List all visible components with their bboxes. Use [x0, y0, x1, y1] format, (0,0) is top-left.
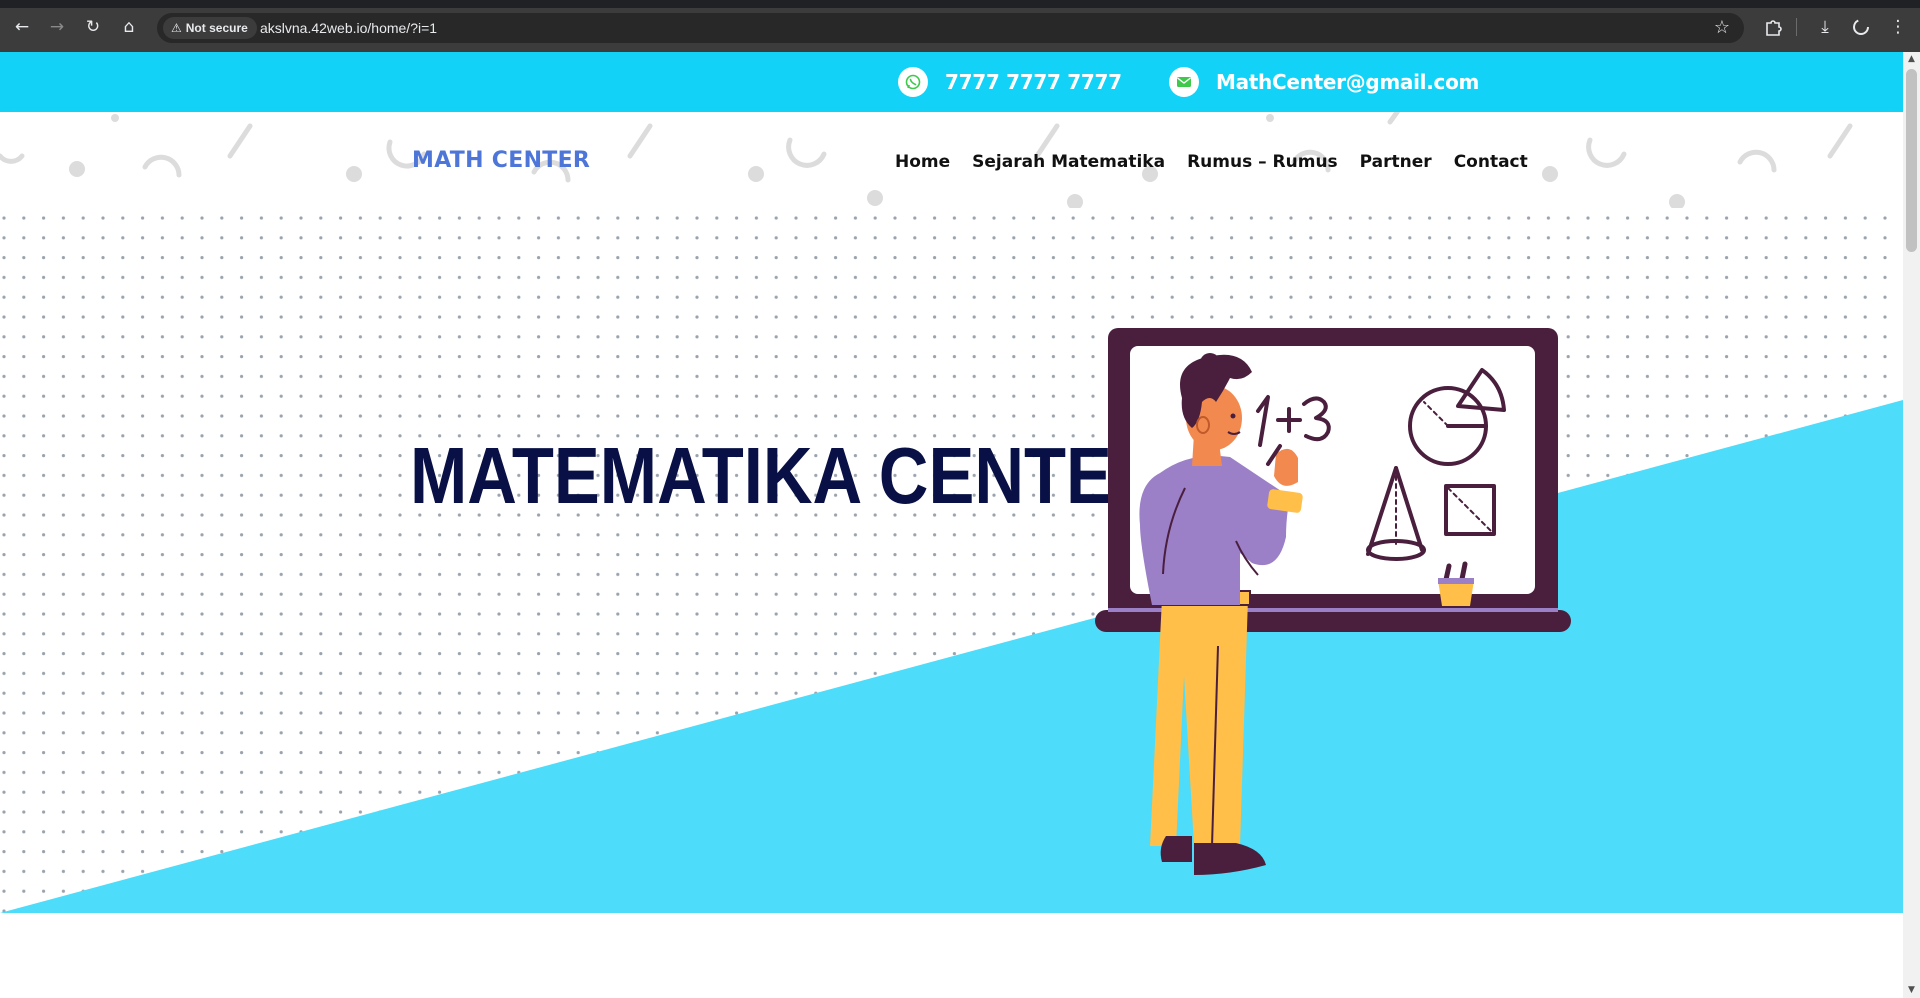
forward-icon[interactable]: →: [46, 16, 68, 38]
hero-title: MATEMATIKA CENTER: [410, 431, 1162, 520]
phone-number: 7777 7777 7777: [945, 70, 1122, 94]
whatsapp-icon: [898, 67, 928, 97]
contact-bar: 7777 7777 7777 MathCenter@gmail.com: [0, 52, 1903, 112]
extensions-icon[interactable]: [1761, 15, 1785, 39]
page-viewport: 7777 7777 7777 MathCenter@gmail.com MATH…: [0, 52, 1903, 998]
browser-toolbar: ← → ↻ ⌂ ⚠ Not secure akslvna.42web.io/hom…: [0, 0, 1920, 52]
email-address: MathCenter@gmail.com: [1216, 70, 1480, 94]
menu-icon[interactable]: ⋮: [1886, 15, 1910, 39]
star-icon[interactable]: ☆: [1714, 17, 1730, 39]
site-logo[interactable]: MATH CENTER: [412, 148, 590, 173]
security-label: Not secure: [185, 21, 248, 35]
nav-partner[interactable]: Partner: [1360, 152, 1432, 172]
tab-strip: [0, 0, 1920, 8]
address-bar[interactable]: ⚠ Not secure akslvna.42web.io/home/?i=1 ☆: [157, 13, 1744, 43]
site-header: MATH CENTER Home Sejarah Matematika Rumu…: [0, 112, 1903, 208]
nav-home[interactable]: Home: [895, 152, 950, 172]
scroll-down-icon[interactable]: ▼: [1903, 983, 1920, 998]
url-text[interactable]: akslvna.42web.io/home/?i=1: [260, 13, 437, 43]
mail-icon: [1169, 67, 1199, 97]
main-nav: Home Sejarah Matematika Rumus – Rumus Pa…: [895, 152, 1550, 172]
security-chip[interactable]: ⚠ Not secure: [163, 17, 257, 39]
warning-icon: ⚠: [171, 21, 182, 35]
reload-icon[interactable]: ↻: [82, 16, 104, 38]
scroll-thumb[interactable]: [1906, 69, 1917, 252]
back-icon[interactable]: ←: [11, 16, 33, 38]
toolbar-divider: [1796, 18, 1797, 36]
nav-rumus-rumus[interactable]: Rumus – Rumus: [1187, 152, 1338, 172]
nav-contact[interactable]: Contact: [1454, 152, 1528, 172]
profile-icon[interactable]: [1849, 15, 1873, 39]
phone-contact[interactable]: 7777 7777 7777: [898, 67, 1122, 97]
scroll-up-icon[interactable]: ▲: [1903, 52, 1920, 67]
download-icon[interactable]: ⤓: [1813, 15, 1837, 39]
home-icon[interactable]: ⌂: [118, 16, 140, 38]
page-scrollbar[interactable]: ▲ ▼: [1903, 52, 1920, 998]
nav-sejarah-matematika[interactable]: Sejarah Matematika: [972, 152, 1165, 172]
hero-section: MATEMATIKA CENTER: [0, 208, 1903, 913]
teacher-illustration: [1095, 328, 1571, 875]
email-contact[interactable]: MathCenter@gmail.com: [1169, 67, 1479, 97]
hero-background: [0, 208, 1903, 913]
